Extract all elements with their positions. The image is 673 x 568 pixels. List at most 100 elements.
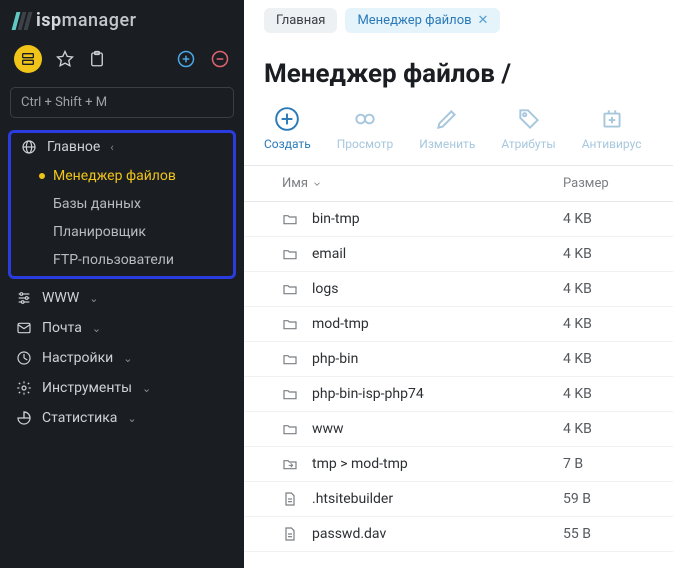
file-size: 4 KB: [563, 351, 653, 367]
file-size: 4 KB: [563, 316, 653, 332]
gear-icon: [16, 380, 32, 396]
nav: Главное ‹ Менеджер файлов Базы данных План…: [0, 130, 244, 433]
sidebar-item[interactable]: Базы данных: [29, 190, 233, 218]
view-icon: [351, 105, 379, 133]
sidebar-item-label: Менеджер файлов: [53, 168, 176, 184]
table-row[interactable]: php-bin-isp-php744 KB: [244, 377, 673, 412]
search-shortcut[interactable]: Ctrl + Shift + M: [10, 87, 234, 118]
table-row[interactable]: mod-tmp4 KB: [244, 307, 673, 342]
nav-group-label: Инструменты: [42, 380, 132, 396]
nav-group-main[interactable]: Главное ‹: [11, 133, 233, 162]
nav-group-label: WWW: [42, 290, 79, 306]
toolbar-edit[interactable]: Изменить: [419, 105, 475, 151]
column-size[interactable]: Размер: [563, 176, 653, 191]
chevron-down-icon: ⌄: [89, 292, 98, 305]
chevron-down-icon: ⌄: [127, 412, 136, 425]
user-badge-icon[interactable]: [14, 45, 42, 73]
nav-group[interactable]: WWW ⌄: [6, 283, 238, 313]
folder-icon: [282, 421, 302, 437]
create-icon: [273, 105, 301, 133]
clipboard-icon[interactable]: [88, 50, 106, 68]
file-size: 7 B: [563, 456, 653, 472]
file-size: 55 B: [563, 526, 653, 542]
toolbar-label: Изменить: [419, 137, 475, 151]
nav-group-label: Статистика: [42, 410, 117, 426]
sidebar-item-label: FTP-пользователи: [53, 252, 174, 268]
sidebar-item[interactable]: Планировщик: [29, 218, 233, 246]
toolbar-create[interactable]: Создать: [264, 105, 311, 151]
antivirus-icon: [598, 105, 626, 133]
nav-group-label: Настройки: [42, 350, 113, 366]
folder-icon: [282, 211, 302, 227]
toolbar-label: Антивирус: [582, 137, 642, 151]
dashboard-icon: [16, 350, 32, 366]
file-name: passwd.dav: [312, 526, 563, 542]
tab[interactable]: Главная: [264, 8, 337, 33]
file-rows: bin-tmp4 KBemail4 KBlogs4 KBmod-tmp4 KBp…: [244, 202, 673, 552]
sidebar-item[interactable]: Менеджер файлов: [29, 162, 233, 190]
file-size: 59 B: [563, 491, 653, 507]
folder-icon: [282, 246, 302, 262]
file-name: bin-tmp: [312, 211, 563, 227]
file-name: php-bin: [312, 351, 563, 367]
folder-icon: [282, 281, 302, 297]
toolbar-view[interactable]: Просмотр: [337, 105, 394, 151]
table-row[interactable]: .htsitebuilder59 B: [244, 482, 673, 517]
table-row[interactable]: email4 KB: [244, 237, 673, 272]
page-title: Менеджер файлов /: [244, 41, 673, 105]
mail-icon: [16, 320, 32, 336]
star-icon[interactable]: [56, 50, 74, 68]
sidebar: ispmanager Ctrl + Shift + M: [0, 0, 244, 568]
chevron-down-icon: [312, 179, 322, 189]
chevron-left-icon: ‹: [110, 141, 113, 154]
file-name: email: [312, 246, 563, 262]
nav-group-label: Почта: [42, 320, 82, 336]
table-row[interactable]: www4 KB: [244, 412, 673, 447]
plus-icon[interactable]: [176, 49, 196, 69]
nav-group[interactable]: Настройки ⌄: [6, 343, 238, 373]
toolbar-label: Атрибуты: [501, 137, 555, 151]
chevron-down-icon: ⌄: [123, 352, 132, 365]
tab-label: Менеджер файлов: [357, 13, 471, 28]
main: Главная Менеджер файлов ✕ Менеджер файлов …: [244, 0, 673, 568]
nav-group-label: Главное: [47, 139, 100, 155]
nav-group[interactable]: Почта ⌄: [6, 313, 238, 343]
table-row[interactable]: bin-tmp4 KB: [244, 202, 673, 237]
toolbar-antivirus[interactable]: Антивирус: [582, 105, 642, 151]
folder-icon: [282, 386, 302, 402]
file-name: .htsitebuilder: [312, 491, 563, 507]
file-icon: [282, 491, 302, 507]
file-size: 4 KB: [563, 211, 653, 227]
minus-icon[interactable]: [210, 49, 230, 69]
table-row[interactable]: passwd.dav55 B: [244, 517, 673, 552]
folder-icon: [282, 351, 302, 367]
sidebar-icon-row: [0, 39, 244, 83]
file-size: 4 KB: [563, 421, 653, 437]
toolbar-attrs[interactable]: Атрибуты: [501, 105, 555, 151]
file-icon: [282, 526, 302, 542]
file-name: mod-tmp: [312, 316, 563, 332]
logo-bars-icon: [14, 12, 30, 30]
logo: ispmanager: [0, 0, 244, 39]
toolbar-label: Создать: [264, 137, 311, 151]
toolbar: Создать Просмотр Изменить Атрибуты Антивирус: [244, 105, 673, 166]
nav-group[interactable]: Инструменты⌄: [6, 373, 238, 403]
file-name: php-bin-isp-php74: [312, 386, 563, 402]
tab[interactable]: Менеджер файлов ✕: [345, 8, 500, 33]
edit-icon: [433, 105, 461, 133]
link-icon: [282, 456, 302, 472]
chevron-down-icon: ⌄: [92, 322, 101, 335]
table-row[interactable]: php-bin4 KB: [244, 342, 673, 377]
toolbar-label: Просмотр: [337, 137, 394, 151]
close-icon[interactable]: ✕: [478, 13, 489, 28]
column-name[interactable]: Имя: [264, 176, 563, 191]
nav-group[interactable]: Статистика ⌄: [6, 403, 238, 433]
sidebar-item-label: Базы данных: [53, 196, 141, 212]
file-name: tmp > mod-tmp: [312, 456, 563, 472]
file-name: www: [312, 421, 563, 437]
table-row[interactable]: tmp > mod-tmp7 B: [244, 447, 673, 482]
table-row[interactable]: logs4 KB: [244, 272, 673, 307]
file-name: logs: [312, 281, 563, 297]
sidebar-item[interactable]: FTP-пользователи: [29, 246, 233, 274]
active-dot-icon: [39, 173, 45, 179]
